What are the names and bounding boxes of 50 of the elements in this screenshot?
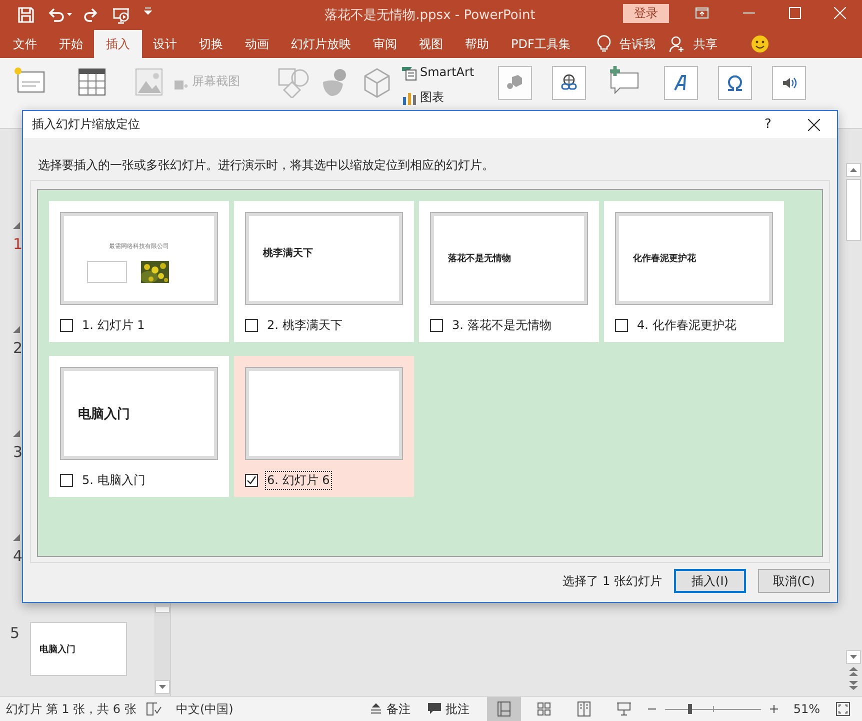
slide-title: 落花不是无情物 <box>448 252 512 265</box>
chart-label[interactable]: 图表 <box>420 89 444 106</box>
slide-card[interactable]: 落花不是无情物 3. 落花不是无情物 <box>419 201 599 342</box>
slide-number: 4 <box>13 547 23 565</box>
menu-tab[interactable]: 审阅 <box>362 30 408 58</box>
selection-summary: 选择了 1 张幻灯片 <box>562 572 662 590</box>
dialog-title: 插入幻灯片缩放定位 <box>32 116 140 133</box>
slide-title: 桃李满天下 <box>263 246 314 260</box>
menu-tab[interactable]: 视图 <box>408 30 454 58</box>
slide-card[interactable]: 桃李满天下 2. 桃李满天下 <box>234 201 414 342</box>
smartart-label[interactable]: SmartArt <box>420 65 474 79</box>
menu-tab[interactable]: 开始 <box>48 30 94 58</box>
menu-tab[interactable]: 动画 <box>234 30 280 58</box>
slide-card[interactable]: 6. 幻灯片 6 <box>234 356 414 497</box>
slide-count: 幻灯片 第 1 张，共 6 张 <box>6 700 138 718</box>
tell-me-button[interactable]: 告诉我 <box>611 30 656 58</box>
menu-tab[interactable]: 幻灯片放映 <box>280 30 362 58</box>
dialog-button[interactable]: 取消(C) <box>758 569 830 593</box>
slide-label[interactable]: 1. 幻灯片 1 <box>80 316 147 335</box>
dialog-button[interactable]: 插入(I) <box>674 569 746 593</box>
slide-number: 3 <box>13 443 23 461</box>
menu-tab[interactable]: 切换 <box>188 30 234 58</box>
instruction-text: 选择要插入的一张或多张幻灯片。进行演示时，将其选中以缩放定位到相应的幻灯片。 <box>37 157 495 174</box>
menu-tab[interactable]: 帮助 <box>454 30 500 58</box>
slide-label[interactable]: 3. 落花不是无情物 <box>450 316 554 335</box>
notes-button[interactable]: 备注 <box>370 700 410 718</box>
slide-label[interactable]: 5. 电脑入门 <box>80 471 148 490</box>
slide-label[interactable]: 6. 幻灯片 6 <box>265 471 332 490</box>
zoom-level[interactable]: 51% <box>793 702 820 716</box>
menu-tab[interactable]: PDF工具集 <box>500 30 582 58</box>
share-button[interactable]: 共享 <box>685 30 718 58</box>
slide-number: 2 <box>13 339 23 357</box>
window-title: 落花不是无情物.ppsx - PowerPoint <box>324 7 536 24</box>
comments-button[interactable]: 批注 <box>428 700 470 718</box>
slide-card[interactable]: 化作春泥更护花 4. 化作春泥更护花 <box>604 201 784 342</box>
slide-title: 电脑入门 <box>78 406 131 422</box>
slide-title: 化作春泥更护花 <box>633 252 697 265</box>
slide-label[interactable]: 4. 化作春泥更护花 <box>635 316 738 335</box>
slide-number: 5 <box>10 624 20 642</box>
menu-tab[interactable]: 文件 <box>2 30 48 58</box>
menu-tab[interactable]: 设计 <box>142 30 188 58</box>
language-label[interactable]: 中文(中国) <box>176 700 234 718</box>
menu-tab[interactable]: 插入 <box>94 30 142 58</box>
slide-thumbnail[interactable]: 电脑入门 <box>30 622 127 676</box>
slide-number: 1 <box>13 235 23 253</box>
slide-card[interactable]: 电脑入门 5. 电脑入门 <box>49 356 229 497</box>
slide-title: 电脑入门 <box>40 643 76 656</box>
help-button[interactable]: ? <box>745 111 791 138</box>
slide-label[interactable]: 2. 桃李满天下 <box>265 316 344 335</box>
sign-in-button[interactable]: 登录 <box>623 4 669 23</box>
